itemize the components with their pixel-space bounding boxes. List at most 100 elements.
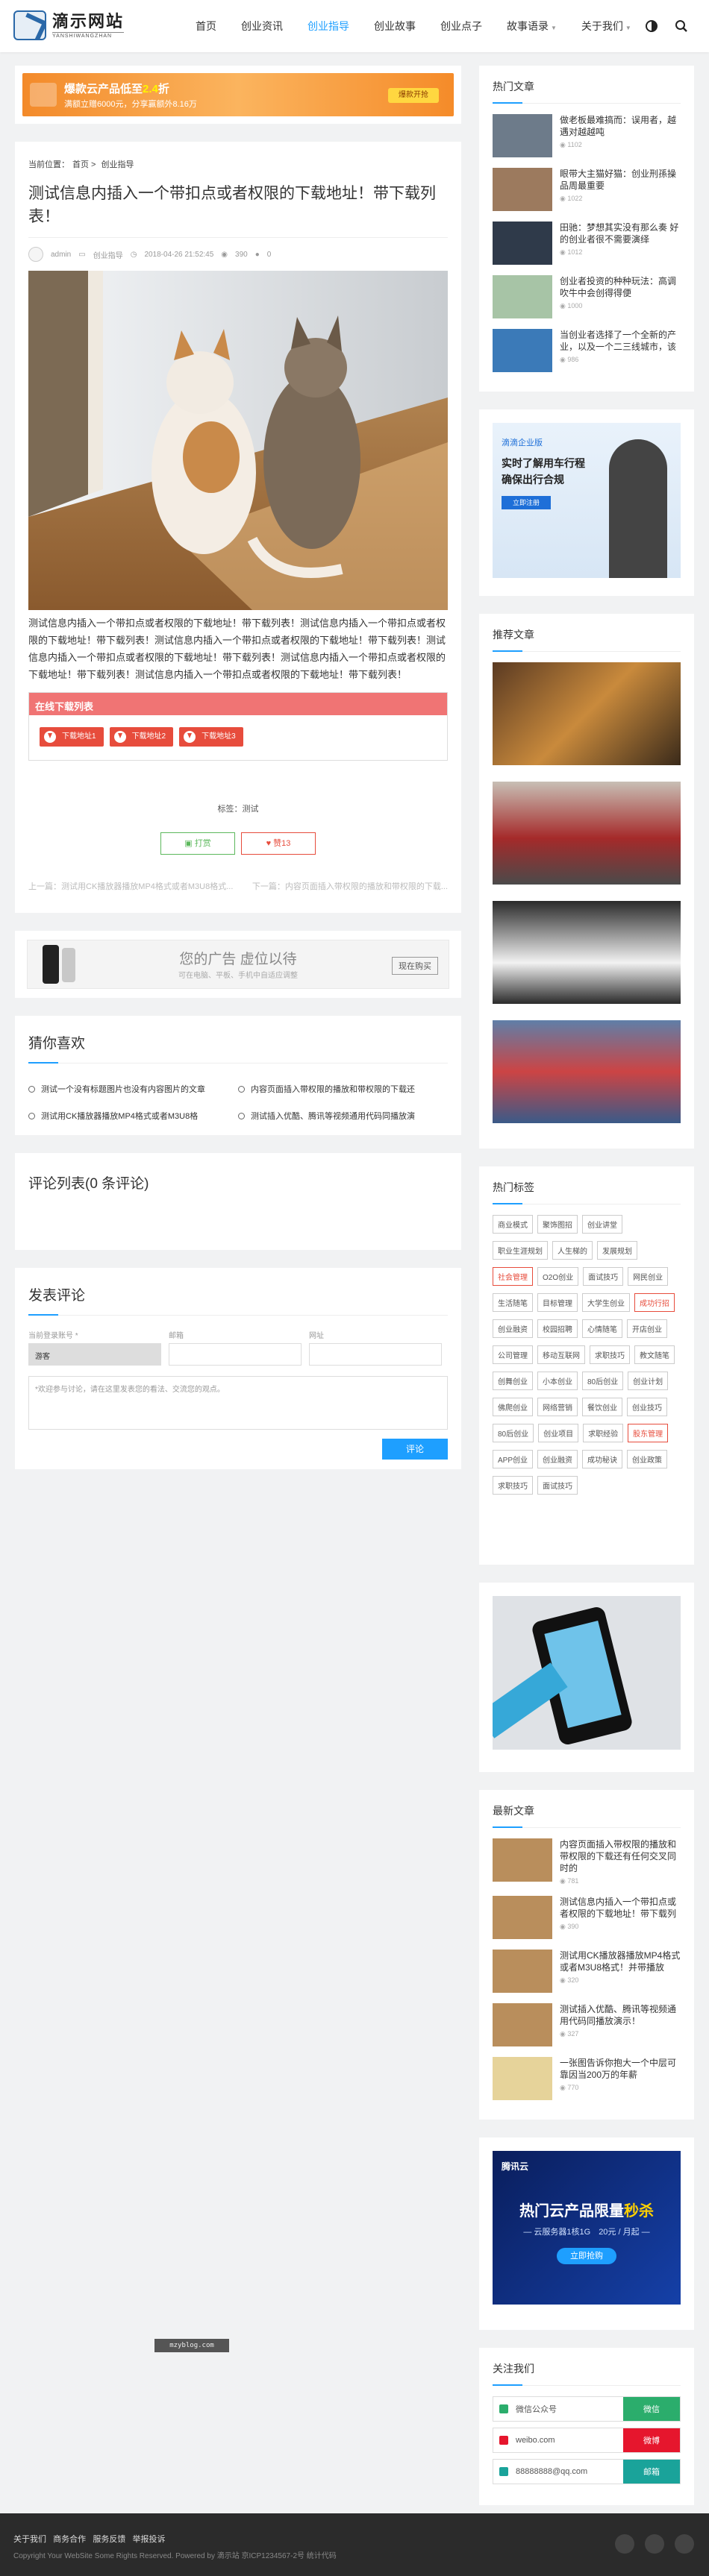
list-item[interactable]: 测试信息内插入一个带扣点或者权限的下载地址！带下载列 ◉ 390 bbox=[493, 1896, 681, 1939]
list-item[interactable]: 测试用CK播放器播放MP4格式或者M3U8格式！并带播放 ◉ 320 bbox=[493, 1950, 681, 1993]
ad-register-button[interactable]: 立即注册 bbox=[502, 496, 551, 509]
footer-link-business[interactable]: 商务合作 bbox=[53, 2535, 86, 2544]
follow-email[interactable]: 88888888@qq.com 邮箱 bbox=[493, 2459, 681, 2484]
tag-item[interactable]: 网民创业 bbox=[628, 1267, 669, 1286]
tag-item[interactable]: 商业模式 bbox=[493, 1215, 533, 1234]
list-item[interactable]: 田驰：梦想其实没有那么奏 好的创业者很不需要演绎 ◉ 1012 bbox=[493, 222, 681, 265]
footer-link-feedback[interactable]: 服务反馈 bbox=[93, 2535, 125, 2544]
tag-item[interactable]: 社会管理 bbox=[493, 1267, 533, 1286]
tag-item[interactable]: 网络营销 bbox=[537, 1398, 578, 1416]
theme-toggle-icon[interactable] bbox=[645, 19, 658, 33]
list-item[interactable]: 眼带大主猫好猫：创业刑孫操品周最重要 ◉ 1022 bbox=[493, 168, 681, 211]
list-item[interactable]: 测试用CK播放器播放MP4格式或者M3U8格 bbox=[28, 1110, 238, 1122]
tag-item[interactable]: O2O创业 bbox=[537, 1267, 579, 1286]
tag-item[interactable]: 股东管理 bbox=[628, 1424, 669, 1442]
tag-item[interactable]: 创舞创业 bbox=[493, 1372, 533, 1390]
tag-item[interactable]: 目标管理 bbox=[537, 1293, 578, 1312]
tag-item[interactable]: 创业项目 bbox=[538, 1424, 579, 1442]
tag-item[interactable]: 成功秘诀 bbox=[582, 1450, 623, 1468]
author-name[interactable]: admin bbox=[51, 251, 71, 259]
website-field[interactable] bbox=[309, 1343, 442, 1366]
list-item[interactable]: 当创业者选择了一个全新的产业，以及一个二三线城市，该 ◉ 986 bbox=[493, 329, 681, 372]
tag-item[interactable]: 人生梯的 bbox=[552, 1241, 593, 1260]
list-item[interactable]: 内容页面插入带权限的播放和带权限的下载还有任何交叉同时的 ◉ 781 bbox=[493, 1838, 681, 1885]
tag-item[interactable]: 创业计划 bbox=[628, 1372, 669, 1390]
nav-quotes[interactable]: 故事语录 ▼ bbox=[507, 19, 557, 34]
search-icon[interactable] bbox=[675, 19, 688, 33]
recommend-image[interactable] bbox=[493, 1020, 681, 1123]
nick-field[interactable]: 游客 bbox=[28, 1343, 161, 1366]
article-category[interactable]: 创业指导 bbox=[93, 249, 123, 260]
tag-item[interactable]: 面试技巧 bbox=[583, 1267, 624, 1286]
sidebar-ad-phone[interactable] bbox=[479, 1583, 694, 1772]
sidebar-ad-didi[interactable]: 滴滴企业版 实时了解用车行程 确保出行合规 立即注册 bbox=[479, 409, 694, 596]
list-item[interactable]: 内容页面插入带权限的播放和带权限的下载还 bbox=[238, 1083, 448, 1095]
tag-item[interactable]: 80后创业 bbox=[582, 1372, 624, 1390]
like-button[interactable]: ♥ 赞13 bbox=[241, 832, 316, 855]
list-item[interactable]: 创业者投资的种种玩法：高调吹牛中会创得得便 ◉ 1000 bbox=[493, 275, 681, 318]
tag-item[interactable]: 小本创业 bbox=[537, 1372, 578, 1390]
follow-wechat[interactable]: 微信公众号 微信 bbox=[493, 2396, 681, 2422]
tag-link[interactable]: 测试 bbox=[243, 805, 259, 814]
nav-news[interactable]: 创业资讯 bbox=[241, 19, 283, 34]
promo-banner[interactable]: 爆款云产品低至2.4折 满额立赠6000元，分享赢额外8.16万 爆款开抢 bbox=[15, 66, 461, 124]
wechat-icon[interactable] bbox=[615, 2534, 634, 2554]
nav-about[interactable]: 关于我们 ▼ bbox=[581, 19, 631, 34]
weibo-button[interactable]: 微博 bbox=[623, 2428, 680, 2452]
breadcrumb-category[interactable]: 创业指导 bbox=[101, 160, 134, 169]
recommend-image[interactable] bbox=[493, 901, 681, 1004]
weibo-icon[interactable] bbox=[645, 2534, 664, 2554]
tag-item[interactable]: 创业融资 bbox=[493, 1319, 533, 1338]
next-article-link[interactable]: 下一篇：内容页面插入带权限的播放和带权限的下载... bbox=[252, 880, 448, 892]
tag-item[interactable]: 校园招聘 bbox=[537, 1319, 578, 1338]
reward-button[interactable]: ▣ 打赏 bbox=[160, 832, 235, 855]
list-item[interactable]: 一张图告诉你抱大一个中层可靠因当200万的年薪 ◉ 770 bbox=[493, 2057, 681, 2100]
ad-buy-button[interactable]: 立即抢购 bbox=[557, 2248, 616, 2264]
submit-comment-button[interactable]: 评论 bbox=[382, 1439, 448, 1460]
footer-link-report[interactable]: 举报投诉 bbox=[133, 2535, 166, 2544]
tag-item[interactable]: 成功行招 bbox=[634, 1293, 675, 1312]
nav-guide[interactable]: 创业指导 bbox=[307, 19, 349, 34]
tag-item[interactable]: 公司管理 bbox=[493, 1345, 533, 1364]
site-logo[interactable]: 滴示网站 YANSHIWANGZHAN bbox=[13, 10, 125, 40]
tag-item[interactable]: 求职技巧 bbox=[493, 1476, 533, 1495]
tag-item[interactable]: APP创业 bbox=[493, 1450, 534, 1468]
tag-item[interactable]: 生活随笔 bbox=[493, 1293, 533, 1312]
tag-item[interactable]: 职业生涯规划 bbox=[493, 1241, 548, 1260]
download-button-2[interactable]: 下载地址2 bbox=[109, 727, 174, 747]
qq-icon[interactable] bbox=[675, 2534, 694, 2554]
tag-item[interactable]: 教文随笔 bbox=[634, 1345, 675, 1364]
tag-item[interactable]: 创业融资 bbox=[537, 1450, 578, 1468]
nav-home[interactable]: 首页 bbox=[196, 19, 216, 34]
tag-item[interactable]: 大学生创业 bbox=[582, 1293, 630, 1312]
tag-item[interactable]: 创业技巧 bbox=[627, 1398, 667, 1416]
tag-item[interactable]: 求职技巧 bbox=[590, 1345, 630, 1364]
tag-item[interactable]: 面试技巧 bbox=[537, 1476, 578, 1495]
list-item[interactable]: 测试插入优酷、腾讯等视频通用代码同播放演示！ ◉ 327 bbox=[493, 2003, 681, 2046]
follow-weibo[interactable]: weibo.com 微博 bbox=[493, 2428, 681, 2453]
banner-button[interactable]: 爆款开抢 bbox=[388, 88, 439, 103]
tag-item[interactable]: 餐饮创业 bbox=[582, 1398, 622, 1416]
download-button-1[interactable]: 下载地址1 bbox=[40, 727, 104, 747]
recommend-image[interactable] bbox=[493, 782, 681, 885]
breadcrumb-home[interactable]: 首页 bbox=[72, 160, 89, 169]
prev-article-link[interactable]: 上一篇：测试用CK播放器播放MP4格式或者M3U8格式... bbox=[28, 880, 233, 892]
email-field[interactable] bbox=[169, 1343, 302, 1366]
sidebar-ad-cloud[interactable]: 腾讯云 热门云产品限量秒杀 — 云服务器1核1G 20元 / 月起 — 立即抢购 bbox=[479, 2137, 694, 2330]
wechat-button[interactable]: 微信 bbox=[623, 2397, 680, 2421]
email-button[interactable]: 邮箱 bbox=[623, 2460, 680, 2484]
tag-item[interactable]: 发展规划 bbox=[597, 1241, 637, 1260]
nav-ideas[interactable]: 创业点子 bbox=[440, 19, 482, 34]
footer-link-about[interactable]: 关于我们 bbox=[13, 2535, 46, 2544]
nav-stories[interactable]: 创业故事 bbox=[374, 19, 416, 34]
tag-item[interactable]: 移动互联网 bbox=[537, 1345, 585, 1364]
tag-item[interactable]: 聚饰图招 bbox=[537, 1215, 578, 1234]
ad-buy-button[interactable]: 现在购买 bbox=[392, 957, 438, 975]
list-item[interactable]: 测试插入优酷、腾讯等视频通用代码同播放演 bbox=[238, 1110, 448, 1122]
tag-item[interactable]: 佛爬创业 bbox=[493, 1398, 533, 1416]
tag-item[interactable]: 创业政策 bbox=[627, 1450, 668, 1468]
tag-item[interactable]: 创业讲堂 bbox=[582, 1215, 622, 1234]
recommend-image[interactable] bbox=[493, 662, 681, 765]
tag-item[interactable]: 心情随笔 bbox=[582, 1319, 622, 1338]
tag-item[interactable]: 80后创业 bbox=[493, 1424, 534, 1442]
